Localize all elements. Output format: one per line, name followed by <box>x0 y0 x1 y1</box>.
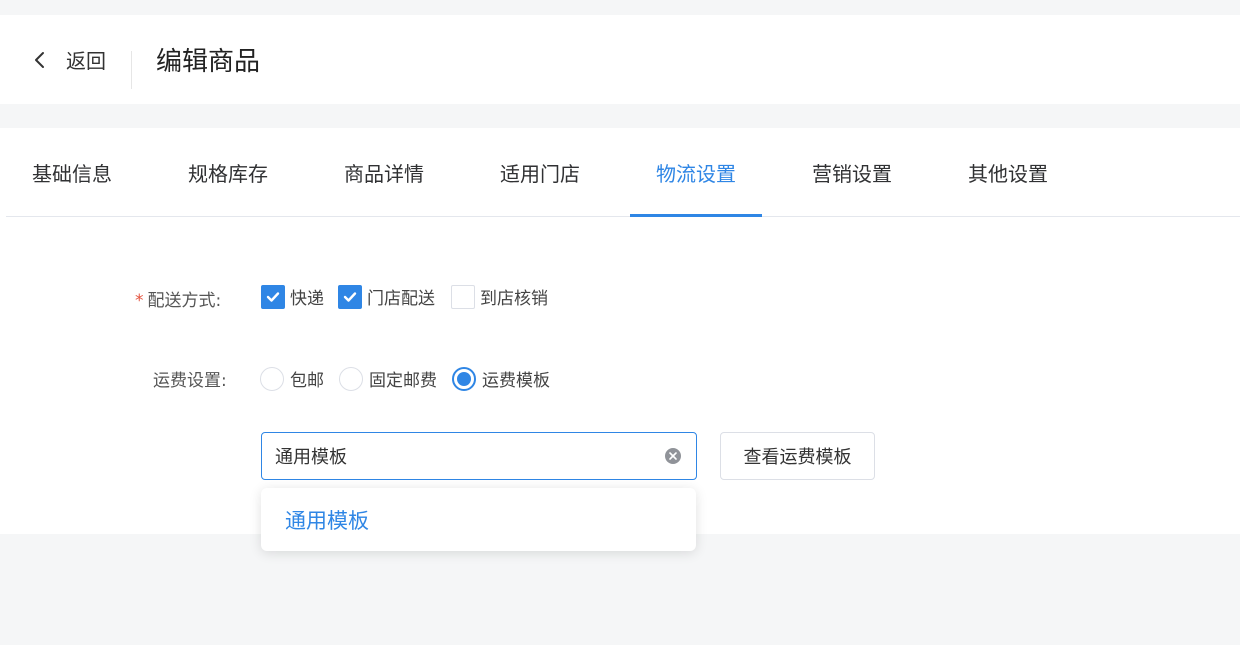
tab-marketing-settings[interactable]: 营销设置 <box>786 128 918 217</box>
back-label: 返回 <box>66 49 106 73</box>
main-card: 基础信息 规格库存 商品详情 适用门店 物流设置 营销设置 其他设置 * 配送方式… <box>0 128 1240 534</box>
tab-applicable-stores[interactable]: 适用门店 <box>474 128 606 217</box>
active-tab-indicator <box>630 214 762 217</box>
page-header: 返回 编辑商品 <box>0 15 1240 104</box>
tab-bar: 基础信息 规格库存 商品详情 适用门店 物流设置 营销设置 其他设置 <box>6 128 1240 217</box>
tab-basic-info[interactable]: 基础信息 <box>6 128 138 217</box>
header-divider <box>131 51 132 89</box>
radio-shipping-template-label: 运费模板 <box>482 371 550 391</box>
radio-unselected-icon <box>260 366 284 391</box>
shipping-template-select[interactable]: 通用模板 <box>261 432 697 480</box>
checkbox-checked-icon <box>261 284 285 309</box>
checkbox-in-store-redeem-label: 到店核销 <box>480 289 548 309</box>
tab-other-settings[interactable]: 其他设置 <box>942 128 1074 217</box>
shipping-template-dropdown: 通用模板 <box>261 488 696 551</box>
back-button[interactable]: 返回 <box>30 15 106 104</box>
checkbox-store-delivery[interactable]: 门店配送 <box>338 284 435 309</box>
radio-shipping-template[interactable]: 运费模板 <box>452 366 550 391</box>
checkbox-checked-icon <box>338 284 362 309</box>
radio-free-shipping[interactable]: 包邮 <box>260 366 324 391</box>
checkbox-unchecked-icon <box>451 284 475 309</box>
clear-icon[interactable] <box>664 447 682 465</box>
radio-unselected-icon <box>339 366 363 391</box>
radio-fixed-postage[interactable]: 固定邮费 <box>339 366 437 391</box>
checkbox-store-delivery-label: 门店配送 <box>367 289 435 309</box>
tab-spec-stock[interactable]: 规格库存 <box>162 128 294 217</box>
dropdown-option[interactable]: 通用模板 <box>285 488 369 551</box>
shipping-template-select-value: 通用模板 <box>275 447 347 468</box>
radio-selected-icon <box>452 366 476 391</box>
checkbox-in-store-redeem[interactable]: 到店核销 <box>451 284 548 309</box>
tab-product-details[interactable]: 商品详情 <box>318 128 450 217</box>
required-mark: * <box>135 291 144 311</box>
chevron-left-icon <box>30 50 50 70</box>
delivery-method-label-text: 配送方式: <box>147 291 222 311</box>
checkbox-express-label: 快递 <box>290 289 324 309</box>
shipping-settings-label: 运费设置: <box>153 371 227 391</box>
delivery-method-label: * 配送方式: <box>135 286 221 311</box>
radio-fixed-postage-label: 固定邮费 <box>369 371 437 391</box>
page-title: 编辑商品 <box>156 47 261 77</box>
checkbox-express[interactable]: 快递 <box>261 284 324 309</box>
radio-free-shipping-label: 包邮 <box>290 371 324 391</box>
tab-logistics-settings[interactable]: 物流设置 <box>630 128 762 217</box>
view-shipping-template-button[interactable]: 查看运费模板 <box>720 432 875 480</box>
